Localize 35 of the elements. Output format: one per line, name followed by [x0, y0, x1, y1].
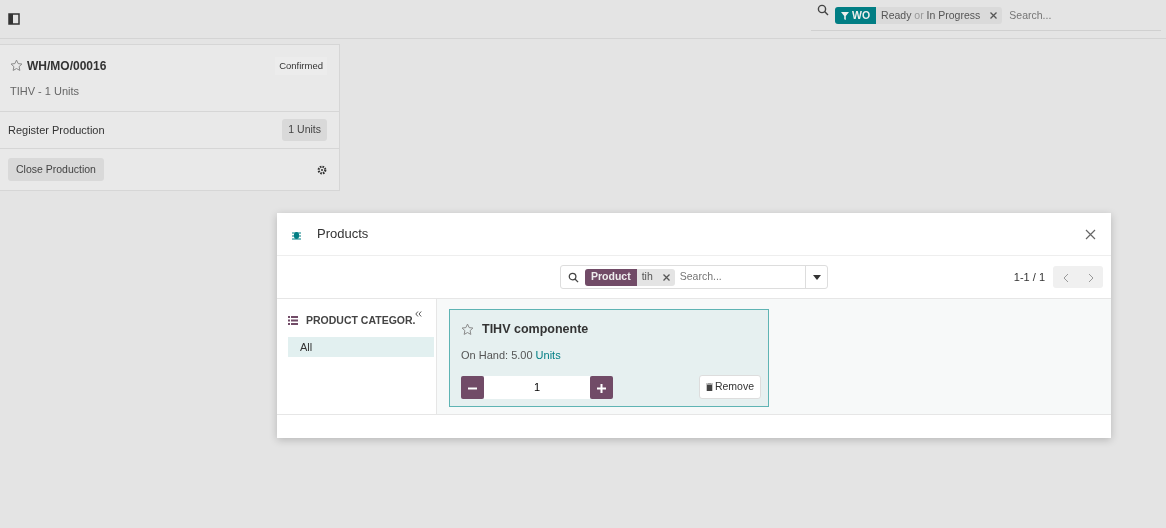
category-item[interactable]: All — [288, 336, 434, 358]
filter-icon — [841, 11, 849, 20]
close-production-button[interactable]: Close Production — [8, 157, 104, 182]
search-facet[interactable]: WO Ready or In Progress — [835, 7, 1003, 24]
trash-icon — [705, 383, 713, 392]
remove-button[interactable]: Remove — [698, 375, 761, 399]
category-heading: PRODUCT CATEGOR. — [306, 313, 416, 328]
product-card[interactable]: TIHV componente On Hand: 5.00 Units 1 Remove — [449, 309, 769, 407]
list-icon — [288, 316, 298, 326]
search-icon[interactable] — [817, 4, 829, 16]
caret-icon[interactable] — [812, 274, 821, 280]
order-title: WH/MO/00016 — [27, 57, 107, 75]
settings-icon[interactable] — [317, 164, 327, 175]
pager-value: 1-1 / 1 — [1013, 269, 1045, 285]
search-input[interactable]: Search... — [1007, 6, 1098, 25]
quantity-input[interactable]: 1 — [484, 375, 590, 399]
minus-button[interactable] — [461, 375, 484, 399]
search-facet[interactable]: Product tih — [585, 268, 675, 286]
product-name: TIHV componente — [482, 321, 589, 338]
close-icon[interactable] — [1085, 228, 1096, 240]
collapse-icon[interactable] — [415, 311, 422, 317]
search-field[interactable]: Product tih Search... — [560, 265, 828, 289]
search-icon[interactable] — [568, 271, 579, 283]
plus-button[interactable] — [590, 375, 613, 399]
quantity-badge: 1 Units — [282, 119, 327, 141]
register-label: Register Production — [8, 122, 105, 138]
dialog-title: Products — [317, 225, 369, 244]
remove-icon[interactable] — [662, 273, 670, 281]
order-subtitle: TIHV - 1 Units — [10, 83, 80, 99]
plus-icon[interactable] — [597, 383, 606, 393]
on-hand-text: On Hand: 5.00 Units — [461, 347, 562, 363]
remove-icon[interactable] — [990, 12, 998, 19]
star-icon[interactable] — [10, 59, 23, 73]
sidebar-toggle-icon[interactable] — [8, 13, 20, 25]
star-icon[interactable] — [461, 322, 474, 336]
